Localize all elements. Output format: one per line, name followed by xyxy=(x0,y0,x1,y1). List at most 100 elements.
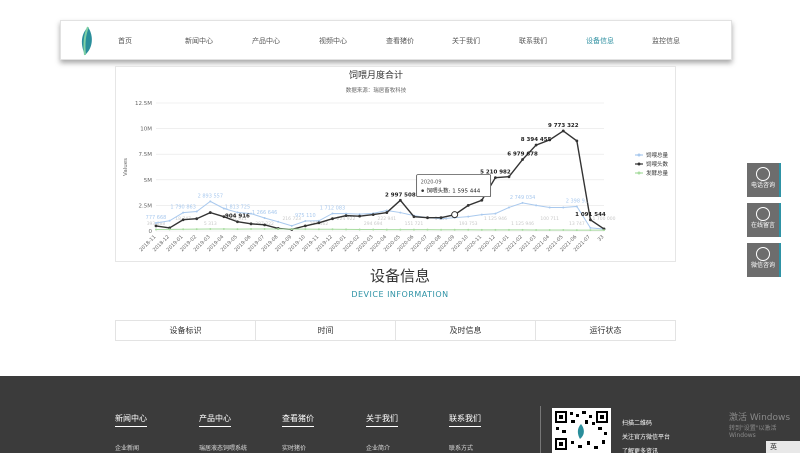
faint-data-label: 13 747 xyxy=(569,221,585,227)
data-point xyxy=(535,204,538,207)
faint-data-label: 1 125 946 xyxy=(511,221,534,227)
data-point xyxy=(466,204,470,207)
faint-data-label: 5 313 xyxy=(204,221,217,227)
data-point xyxy=(277,228,280,231)
nav-item[interactable]: 首页 xyxy=(118,21,132,61)
data-point xyxy=(236,220,239,224)
data-point xyxy=(385,228,388,231)
footer-link[interactable]: 企业简介 xyxy=(366,443,398,452)
data-point xyxy=(426,228,429,231)
data-point xyxy=(263,223,267,227)
nav-item[interactable]: 关于我们 xyxy=(452,21,480,61)
data-point xyxy=(467,215,470,218)
data-point xyxy=(548,228,551,231)
faint-data-label: 100 711 xyxy=(540,216,559,222)
data-point xyxy=(535,228,538,231)
x-tick-label: 33 xyxy=(597,234,606,243)
data-point xyxy=(399,228,402,231)
data-label: 2 749 034 xyxy=(510,195,535,201)
leaf-logo-icon[interactable] xyxy=(79,26,95,56)
footer-divider xyxy=(540,406,541,453)
footer-head[interactable]: 产品中心 xyxy=(199,413,231,427)
tooltip-category: 2020-09 xyxy=(421,180,442,186)
data-point xyxy=(209,228,212,231)
y-tick-label: 10M xyxy=(140,127,152,133)
tooltip-value: 饲喂头数: 1 595 444 xyxy=(427,187,481,195)
nav-item[interactable]: 视频中心 xyxy=(319,21,347,61)
side-phone-consult[interactable]: 电话咨询 xyxy=(747,163,781,197)
data-point xyxy=(371,213,375,217)
legend-marker xyxy=(637,171,641,175)
data-point xyxy=(548,206,551,209)
data-label: 1 790 863 xyxy=(170,205,195,211)
footer-col-products: 产品中心 瑞居液态饲喂系统 xyxy=(199,406,247,452)
footer-link[interactable]: 联系方式 xyxy=(449,443,481,452)
wechat-icon xyxy=(756,247,770,261)
data-point xyxy=(331,212,334,215)
windows-activation-watermark: 激活 Windows xyxy=(729,413,791,423)
data-point xyxy=(181,218,185,222)
data-point xyxy=(277,220,280,223)
data-point xyxy=(195,217,199,221)
data-label: 1 266 646 xyxy=(252,210,277,216)
data-point xyxy=(589,229,592,232)
y-tick-label: 12.5M xyxy=(135,101,152,107)
data-point xyxy=(154,224,158,228)
footer-head[interactable]: 查看猪价 xyxy=(282,413,314,427)
qr-caption-3: 了解更多资讯 xyxy=(622,448,659,455)
data-point xyxy=(358,214,362,218)
footer-head[interactable]: 联系我们 xyxy=(449,413,481,427)
footer-link[interactable]: 瑞居液态饲喂系统 xyxy=(199,443,247,452)
data-point xyxy=(372,228,375,231)
footer-head[interactable]: 新闻中心 xyxy=(115,413,147,427)
site-footer: 新闻中心 企业新闻 产品中心 瑞居液态饲喂系统 查看猪价 实时猪价 关于我们 企… xyxy=(0,376,800,455)
data-point xyxy=(385,211,389,214)
data-point xyxy=(290,224,293,227)
footer-link[interactable]: 企业新闻 xyxy=(115,443,147,452)
chart-subtitle: 数据来源：瑞居畜牧科技 xyxy=(346,86,407,94)
data-point xyxy=(480,228,483,231)
headset-icon xyxy=(756,207,770,221)
data-point xyxy=(575,139,579,143)
data-point xyxy=(168,228,171,231)
y-tick-label: 7.5M xyxy=(139,152,153,158)
nav-item[interactable]: 联系我们 xyxy=(519,21,547,61)
col-device-id: 设备标识 xyxy=(116,321,256,340)
windows-activation-hint: 转到"设置"以激活 Windows xyxy=(729,425,777,439)
data-label: 1 712 083 xyxy=(320,205,345,211)
data-label: 2 398 9.. xyxy=(566,198,589,204)
data-point xyxy=(521,201,524,204)
ime-indicator[interactable]: 英 xyxy=(766,441,800,453)
nav-item[interactable]: 监控信息 xyxy=(652,21,680,61)
data-label: 975 110 xyxy=(295,213,316,219)
top-navbar: 首页 新闻中心 产品中心 视频中心 查看猪价 关于我们 联系我们 设备信息 监控信息 xyxy=(60,20,732,60)
data-point xyxy=(589,218,592,222)
side-phone-label: 电话咨询 xyxy=(750,182,775,189)
side-online-message[interactable]: 在线留言 xyxy=(747,203,781,237)
data-label: 1 813 725 xyxy=(225,204,250,210)
nav-item[interactable]: 产品中心 xyxy=(252,21,280,61)
legend-marker xyxy=(637,153,641,157)
data-point xyxy=(331,228,334,231)
nav-item[interactable]: 新闻中心 xyxy=(185,21,213,61)
data-point xyxy=(290,228,293,231)
nav-item[interactable]: 查看猪价 xyxy=(386,21,414,61)
footer-link[interactable]: 实时猪价 xyxy=(282,443,314,452)
footer-head[interactable]: 关于我们 xyxy=(366,413,398,427)
footer-col-about: 关于我们 企业简介 xyxy=(366,406,398,452)
data-point xyxy=(331,217,334,221)
faint-data-label: 222 941 xyxy=(377,216,396,222)
data-point xyxy=(467,228,470,231)
nav-item[interactable]: 设备信息 xyxy=(586,21,614,61)
data-point xyxy=(263,217,266,220)
data-point xyxy=(195,210,198,213)
wechat-qr-code-icon xyxy=(552,408,611,453)
data-label: 2 997 508 xyxy=(385,192,416,198)
feeding-line-chart: 饲喂月度合计数据来源：瑞居畜牧科技02.5M5M7.5M10M12.5MValu… xyxy=(123,69,669,253)
qr-caption-1: 扫描二维码 xyxy=(622,420,653,427)
col-realtime-info: 及时信息 xyxy=(396,321,536,340)
data-point xyxy=(303,224,307,228)
data-label: 777 668 xyxy=(146,215,167,221)
data-point xyxy=(439,216,443,220)
side-wechat-consult[interactable]: 微信咨询 xyxy=(747,243,781,277)
